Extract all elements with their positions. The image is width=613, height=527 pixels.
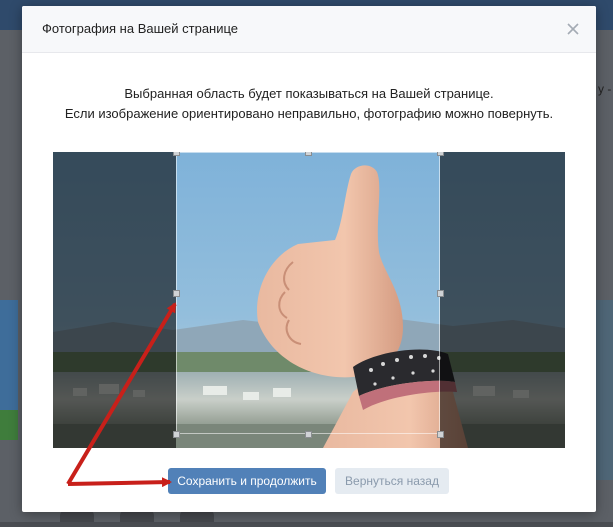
crop-handle-middle-left[interactable] bbox=[173, 290, 180, 297]
photo-crop-dialog: Фотография на Вашей странице Выбранная о… bbox=[22, 6, 596, 512]
save-and-continue-button[interactable]: Сохранить и продолжить bbox=[168, 468, 326, 494]
crop-handle-top-middle[interactable] bbox=[305, 152, 312, 156]
background-left-block bbox=[0, 300, 18, 410]
instruction-line: Выбранная область будет показываться на … bbox=[124, 86, 494, 101]
crop-handle-bottom-right[interactable] bbox=[437, 431, 444, 438]
dialog-title: Фотография на Вашей странице bbox=[42, 21, 239, 36]
background-side-text: у - bbox=[598, 82, 612, 96]
crop-handle-top-right[interactable] bbox=[437, 152, 444, 156]
background-right-block bbox=[596, 300, 613, 480]
crop-area[interactable] bbox=[53, 152, 565, 448]
go-back-button[interactable]: Вернуться назад bbox=[335, 468, 449, 494]
crop-shade-right bbox=[440, 152, 565, 448]
close-icon[interactable] bbox=[562, 18, 584, 40]
crop-handle-middle-right[interactable] bbox=[437, 290, 444, 297]
background-left-green-block bbox=[0, 410, 18, 440]
dialog-instructions: Выбранная область будет показываться на … bbox=[22, 84, 596, 124]
crop-selection-frame[interactable] bbox=[176, 152, 440, 434]
crop-shade-left bbox=[53, 152, 176, 448]
crop-handle-bottom-left[interactable] bbox=[173, 431, 180, 438]
crop-handle-top-left[interactable] bbox=[173, 152, 180, 156]
crop-handle-bottom-middle[interactable] bbox=[305, 431, 312, 438]
instruction-line: Если изображение ориентировано неправиль… bbox=[64, 106, 554, 121]
close-button[interactable] bbox=[562, 18, 584, 40]
dialog-header: Фотография на Вашей странице bbox=[22, 6, 596, 53]
